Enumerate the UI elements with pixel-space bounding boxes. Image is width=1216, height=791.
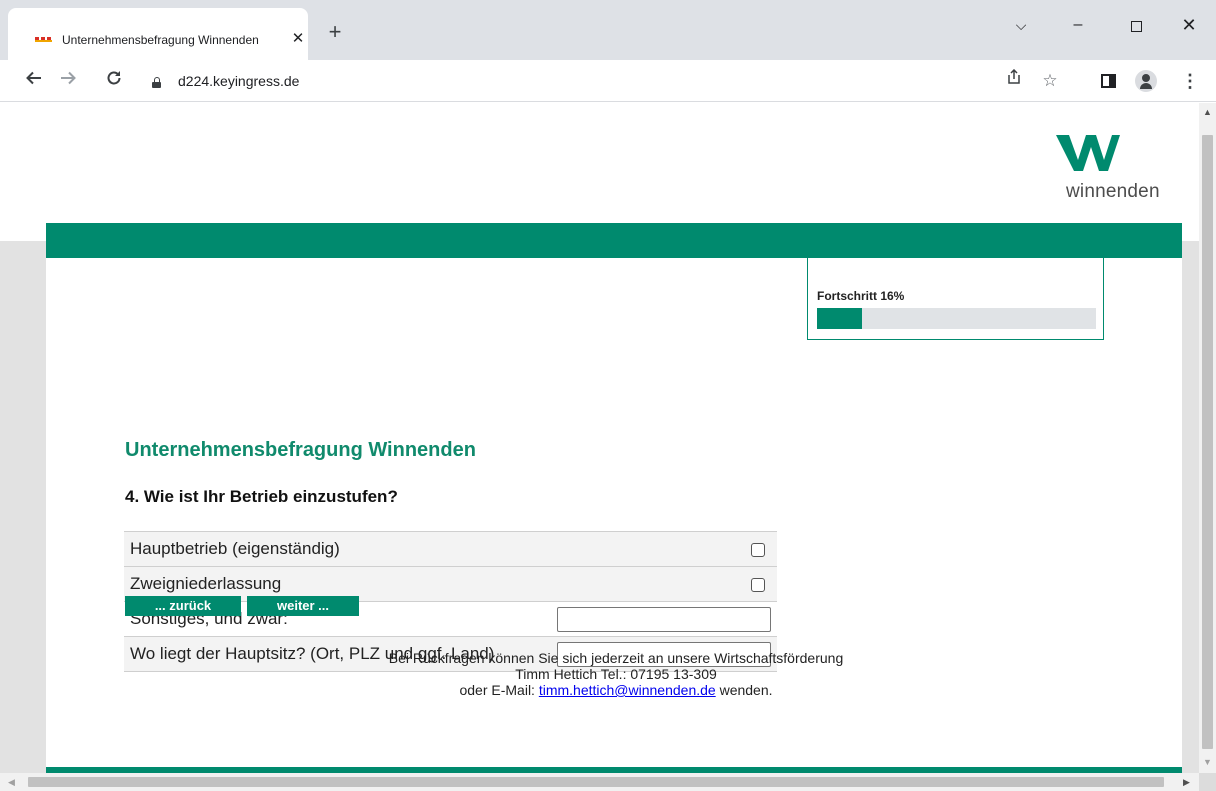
next-button[interactable]: weiter ...	[247, 596, 359, 616]
scroll-down-icon[interactable]: ▼	[1203, 757, 1212, 767]
close-window-button[interactable]: ✕	[1174, 12, 1204, 42]
minimize-button[interactable]: –	[1063, 12, 1093, 42]
forward-icon[interactable]	[56, 69, 80, 93]
contact-line-1: Bei Rückfragen können Sie sich jederzeit…	[388, 650, 844, 666]
question-text: 4. Wie ist Ihr Betrieb einzustufen?	[125, 487, 398, 506]
profile-icon[interactable]	[1134, 69, 1158, 93]
lock-icon[interactable]	[152, 77, 161, 88]
survey-title: Unternehmensbefragung Winnenden	[125, 439, 476, 461]
header-band	[46, 223, 1182, 258]
answer-row: Hauptbetrieb (eigenständig)	[124, 532, 777, 567]
vertical-scrollbar[interactable]: ▲ ▼	[1199, 103, 1216, 773]
contact-suffix: wenden.	[715, 682, 773, 698]
page-header: winnenden	[0, 103, 1199, 241]
winnenden-logo: winnenden	[1054, 135, 1184, 205]
maximize-button[interactable]	[1121, 12, 1151, 42]
address-bar-url[interactable]: d224.keyingress.de	[178, 73, 299, 89]
tab-title: Unternehmensbefragung Winnenden	[62, 33, 259, 47]
back-button[interactable]: ... zurück	[125, 596, 241, 616]
menu-icon[interactable]: ⋮	[1178, 69, 1202, 93]
answer-label: Zweigniederlassung	[130, 574, 282, 593]
logo-text: winnenden	[1066, 181, 1160, 202]
answer-label: Hauptbetrieb (eigenständig)	[130, 539, 340, 558]
scroll-up-icon[interactable]: ▲	[1203, 107, 1212, 117]
side-panel-icon[interactable]	[1096, 69, 1120, 93]
browser-tab[interactable]: Unternehmensbefragung Winnenden ✕	[8, 8, 308, 60]
tab-search-chevron-icon[interactable]: ⌵	[1006, 12, 1036, 42]
share-icon[interactable]	[1002, 68, 1026, 93]
progress-box: Fortschritt 16%	[807, 258, 1104, 340]
email-link[interactable]: timm.hettich@winnenden.de	[539, 682, 716, 698]
hauptbetrieb-checkbox[interactable]	[751, 543, 765, 557]
logo-w-icon	[1056, 135, 1120, 171]
contact-prefix: oder E-Mail:	[459, 682, 539, 698]
reload-icon[interactable]	[102, 69, 126, 93]
scroll-left-icon[interactable]: ◀	[8, 777, 15, 788]
page-viewport: winnenden Fortschritt 16% Unternehmensbe…	[0, 103, 1199, 773]
vertical-scroll-thumb[interactable]	[1202, 135, 1213, 749]
browser-toolbar: d224.keyingress.de ☆ ⋮	[0, 60, 1216, 102]
contact-line-2: Timm Hettich Tel.: 07195 13-309	[515, 666, 717, 682]
browser-tab-strip: Unternehmensbefragung Winnenden ✕ + ⌵ – …	[0, 0, 1216, 60]
star-icon[interactable]: ☆	[1038, 69, 1062, 93]
progress-label: Fortschritt 16%	[817, 289, 905, 303]
site-favicon-icon	[35, 37, 52, 43]
new-tab-button[interactable]: +	[325, 21, 345, 43]
tab-close-icon[interactable]: ✕	[290, 30, 306, 48]
horizontal-scrollbar[interactable]: ◀ ▶	[0, 773, 1216, 791]
scroll-right-icon[interactable]: ▶	[1183, 777, 1190, 788]
maximize-icon	[1130, 21, 1142, 32]
contact-info: Bei Rückfragen können Sie sich jederzeit…	[346, 650, 886, 698]
zweigniederlassung-checkbox[interactable]	[751, 578, 765, 592]
back-icon[interactable]	[22, 69, 46, 93]
scrollbar-corner	[1199, 773, 1216, 791]
contact-line-3: oder E-Mail: timm.hettich@winnenden.de w…	[346, 682, 886, 698]
sonstiges-input[interactable]	[557, 607, 771, 632]
survey-card: Fortschritt 16% Unternehmensbefragung Wi…	[46, 223, 1182, 773]
horizontal-scroll-thumb[interactable]	[28, 777, 1164, 787]
progress-fill	[817, 308, 862, 329]
progress-bar	[817, 308, 1096, 329]
